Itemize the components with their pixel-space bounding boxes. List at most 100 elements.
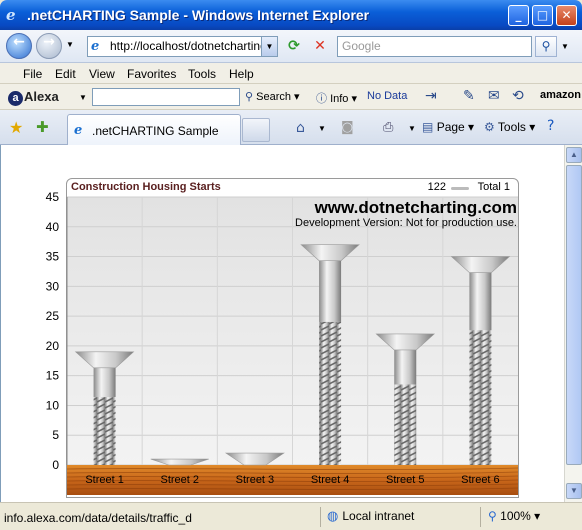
search-button[interactable]: ⚲ [535, 36, 557, 57]
menu-help[interactable]: Help [229, 67, 254, 81]
menu-tools[interactable]: Tools [188, 67, 216, 81]
stop-icon[interactable]: ✕ [309, 36, 331, 57]
info-icon: ⓘ [316, 93, 327, 105]
y-tick-label: 40 [46, 220, 60, 234]
mail-icon[interactable]: ✉ [488, 88, 500, 104]
tab-netcharting-sample[interactable]: e .netCHARTING Sample [67, 114, 241, 145]
alexa-info-button[interactable]: ⓘ Info ▾ [316, 90, 357, 106]
y-tick-label: 10 [46, 398, 60, 412]
tab-label: .netCHARTING Sample [92, 124, 219, 138]
alexa-dropdown-icon[interactable]: ▼ [79, 93, 87, 102]
window-title: .netCHARTING Sample - Windows Internet E… [27, 7, 370, 23]
alexa-search-input[interactable] [92, 88, 240, 106]
print-icon[interactable]: ⎙ [383, 120, 393, 135]
x-tick-label: Street 1 [85, 474, 124, 486]
alexa-info-label: Info [330, 93, 349, 105]
vertical-scrollbar[interactable]: ▲ ▼ [564, 145, 582, 502]
close-button[interactable]: ✕ [556, 5, 577, 26]
menu-file[interactable]: File [23, 67, 42, 81]
alexa-traffic-status: No Data [367, 90, 408, 102]
search-options-dropdown[interactable]: ▼ [558, 36, 572, 57]
x-tick-label: Street 3 [236, 474, 275, 486]
screw-shank [394, 349, 417, 385]
y-tick-label: 0 [52, 458, 59, 472]
screw-shank [319, 260, 342, 322]
highlight-icon[interactable]: ✎ [463, 88, 475, 104]
related-links-icon[interactable]: ⟲ [512, 88, 524, 104]
amazon-button[interactable]: amazon [540, 89, 581, 101]
home-icon[interactable]: ⌂ [296, 120, 305, 136]
scroll-up-arrow[interactable]: ▲ [566, 147, 582, 163]
scroll-thumb[interactable] [566, 165, 582, 465]
y-tick-label: 20 [46, 339, 60, 353]
menu-favorites[interactable]: Favorites [127, 67, 176, 81]
status-divider [480, 507, 481, 527]
chart-watermark: www.dotnetcharting.com [314, 198, 517, 217]
magnifier-icon: ⚲ [245, 91, 254, 103]
back-button[interactable]: ← [6, 33, 32, 59]
screw-thread [319, 321, 342, 465]
refresh-icon[interactable]: ⟳ [283, 36, 305, 57]
history-dropdown-icon[interactable]: ▼ [66, 40, 74, 49]
screw-thread [394, 384, 417, 465]
page-menu-button[interactable]: ▤ Page ▾ [422, 120, 474, 134]
minimize-button[interactable]: _ [508, 5, 529, 26]
zoom-icon: ⚲ [488, 509, 497, 523]
status-divider [320, 507, 321, 527]
maximize-button[interactable]: □ [532, 5, 553, 26]
y-tick-label: 15 [46, 369, 60, 383]
x-tick-label: Street 5 [386, 474, 425, 486]
forward-button[interactable]: → [36, 33, 62, 59]
x-tick-label: Street 6 [461, 474, 500, 486]
x-tick-label: Street 4 [311, 474, 350, 486]
tab-page-icon: e [74, 123, 83, 138]
y-tick-label: 5 [52, 428, 59, 442]
feeds-icon[interactable]: ◙ [341, 120, 354, 135]
y-tick-label: 35 [46, 250, 60, 264]
alexa-logo[interactable]: a Alexa [8, 89, 59, 106]
security-zone-label: Local intranet [342, 509, 415, 523]
status-bar: info.alexa.com/data/details/traffic_d ◍ L… [0, 502, 582, 530]
address-bar[interactable]: e http://localhost/dotnetcharting [87, 36, 278, 57]
alexa-logo-text: Alexa [24, 89, 59, 104]
page-icon: e [91, 39, 100, 54]
screw-shank [93, 367, 116, 397]
page-menu-icon: ▤ [422, 120, 434, 134]
home-dropdown-icon[interactable]: ▼ [318, 124, 326, 133]
export-icon[interactable]: ⇥ [425, 88, 437, 104]
y-tick-label: 45 [46, 190, 60, 204]
page-viewport: Construction Housing Starts 122 Total 1 … [0, 145, 564, 502]
search-input[interactable]: Google [337, 36, 532, 57]
address-dropdown-button[interactable]: ▼ [261, 36, 278, 57]
title-bar: e .netCHARTING Sample - Windows Internet… [0, 0, 582, 30]
scroll-down-arrow[interactable]: ▼ [566, 483, 582, 499]
menu-view[interactable]: View [89, 67, 115, 81]
zoom-level[interactable]: ⚲ 100% ▾ [488, 509, 540, 523]
tools-menu-label: Tools [497, 120, 526, 134]
address-text: http://localhost/dotnetcharting [110, 39, 267, 53]
y-tick-label: 30 [46, 279, 60, 293]
menu-edit[interactable]: Edit [55, 67, 76, 81]
favorites-star-icon[interactable]: ★ [9, 118, 23, 137]
alexa-search-button[interactable]: ⚲ Search ▾ [245, 90, 300, 103]
x-tick-label: Street 2 [160, 474, 199, 486]
y-tick-label: 25 [46, 309, 60, 323]
globe-icon: ◍ [327, 509, 339, 524]
new-tab-button[interactable] [242, 118, 270, 142]
chart-dev-note: Development Version: Not for production … [295, 217, 517, 229]
chart: Construction Housing Starts 122 Total 1 … [1, 145, 564, 502]
ie-logo-icon: e [6, 6, 16, 24]
page-menu-label: Page [436, 120, 465, 134]
screw-thread [469, 330, 492, 465]
help-icon[interactable]: ? [547, 118, 554, 134]
tab-bar: ★ ✚ e .netCHARTING Sample ⌂ ▼ ◙ ⎙ ▼ ▤ Pa… [0, 110, 582, 145]
zoom-label: 100% [500, 509, 531, 523]
add-favorites-icon[interactable]: ✚ [36, 118, 49, 136]
print-dropdown-icon[interactable]: ▼ [408, 124, 416, 133]
security-zone[interactable]: ◍ Local intranet [327, 509, 414, 524]
alexa-toolbar: a Alexa ▼ ⚲ Search ▾ ⓘ Info ▾ No Data ⇥ ✎… [0, 84, 582, 110]
screw-shank [469, 272, 492, 331]
screw-thread [93, 396, 116, 465]
gear-icon: ⚙ [484, 120, 495, 134]
tools-menu-button[interactable]: ⚙ Tools ▾ [484, 120, 535, 134]
